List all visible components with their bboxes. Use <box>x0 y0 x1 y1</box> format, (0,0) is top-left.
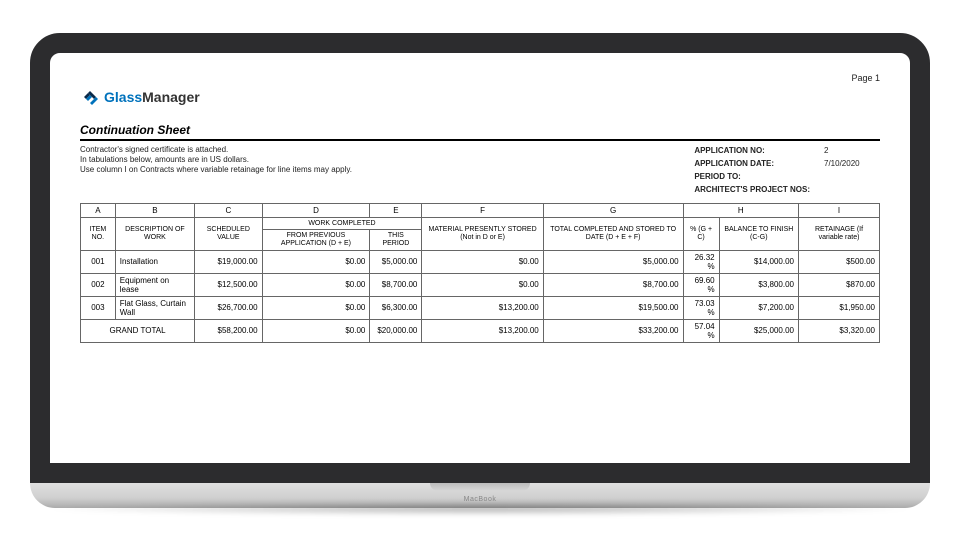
cell-ret: $500.00 <box>799 250 880 273</box>
sheet-title: Continuation Sheet <box>80 123 880 141</box>
hdr-this-period: THIS PERIOD <box>370 230 422 250</box>
cell-item: 002 <box>81 273 116 296</box>
laptop-mockup: Page 1 GlassManager Continuation Sheet C… <box>30 33 930 522</box>
page-number: Page 1 <box>80 73 880 83</box>
cell-total: $8,700.00 <box>543 273 683 296</box>
cell-from-prev: $0.00 <box>262 250 370 273</box>
grand-sched: $58,200.00 <box>195 319 262 342</box>
cell-ret: $1,950.00 <box>799 296 880 319</box>
cell-balance: $7,200.00 <box>719 296 798 319</box>
cell-desc: Installation <box>115 250 194 273</box>
cell-pct: 26.32 % <box>683 250 719 273</box>
period-to-label: PERIOD TO: <box>688 171 816 182</box>
cell-pct: 73.03 % <box>683 296 719 319</box>
col-F: F <box>422 203 543 217</box>
table-row: 001 Installation $19,000.00 $0.00 $5,000… <box>81 250 880 273</box>
architect-nos-value <box>818 184 878 195</box>
cell-this-period: $8,700.00 <box>370 273 422 296</box>
grand-balance: $25,000.00 <box>719 319 798 342</box>
grand-material: $13,200.00 <box>422 319 543 342</box>
application-no-label: APPLICATION NO: <box>688 145 816 156</box>
hdr-from-prev: FROM PREVIOUS APPLICATION (D + E) <box>262 230 370 250</box>
cell-sched: $12,500.00 <box>195 273 262 296</box>
cell-sched: $19,000.00 <box>195 250 262 273</box>
meta-section: Contractor's signed certificate is attac… <box>80 143 880 197</box>
hdr-item-no: ITEM NO. <box>81 217 116 250</box>
cell-pct: 69.60 % <box>683 273 719 296</box>
col-E: E <box>370 203 422 217</box>
note-line-3: Use column I on Contracts where variable… <box>80 165 352 175</box>
col-A: A <box>81 203 116 217</box>
hdr-retainage: RETAINAGE (If variable rate) <box>799 217 880 250</box>
cell-balance: $3,800.00 <box>719 273 798 296</box>
application-meta: APPLICATION NO: 2 APPLICATION DATE: 7/10… <box>686 143 880 197</box>
grand-this-period: $20,000.00 <box>370 319 422 342</box>
brand-glyph-icon <box>80 87 100 107</box>
col-I: I <box>799 203 880 217</box>
hdr-work-completed: WORK COMPLETED <box>262 217 422 230</box>
col-B: B <box>115 203 194 217</box>
cell-material: $0.00 <box>422 273 543 296</box>
screen: Page 1 GlassManager Continuation Sheet C… <box>30 33 930 483</box>
period-to-value <box>818 171 878 182</box>
logo-text-glass: Glass <box>104 89 142 105</box>
hdr-total-completed: TOTAL COMPLETED AND STORED TO DATE (D + … <box>543 217 683 250</box>
cell-from-prev: $0.00 <box>262 273 370 296</box>
cell-desc: Equipment on lease <box>115 273 194 296</box>
cell-desc: Flat Glass, Curtain Wall <box>115 296 194 319</box>
col-H: H <box>683 203 798 217</box>
contract-notes: Contractor's signed certificate is attac… <box>80 143 352 197</box>
grand-pct: 57.04 % <box>683 319 719 342</box>
table-row: 003 Flat Glass, Curtain Wall $26,700.00 … <box>81 296 880 319</box>
logo: GlassManager <box>80 87 880 107</box>
table-row: 002 Equipment on lease $12,500.00 $0.00 … <box>81 273 880 296</box>
cell-item: 001 <box>81 250 116 273</box>
cell-from-prev: $0.00 <box>262 296 370 319</box>
application-date-value: 7/10/2020 <box>818 158 878 169</box>
laptop-shadow <box>40 502 920 516</box>
grand-from-prev: $0.00 <box>262 319 370 342</box>
note-line-2: In tabulations below, amounts are in US … <box>80 155 352 165</box>
col-C: C <box>195 203 262 217</box>
grand-total-label: GRAND TOTAL <box>81 319 195 342</box>
cell-item: 003 <box>81 296 116 319</box>
cell-balance: $14,000.00 <box>719 250 798 273</box>
hdr-scheduled-value: SCHEDULED VALUE <box>195 217 262 250</box>
cell-material: $13,200.00 <box>422 296 543 319</box>
hdr-balance-to-finish: BALANCE TO FINISH (C-G) <box>719 217 798 250</box>
cell-sched: $26,700.00 <box>195 296 262 319</box>
hdr-description: DESCRIPTION OF WORK <box>115 217 194 250</box>
continuation-table: A B C D E F G H I ITEM NO. DESCRIPTION O… <box>80 203 880 343</box>
grand-ret: $3,320.00 <box>799 319 880 342</box>
grand-total-row: GRAND TOTAL $58,200.00 $0.00 $20,000.00 … <box>81 319 880 342</box>
cell-this-period: $5,000.00 <box>370 250 422 273</box>
col-D: D <box>262 203 370 217</box>
hdr-material: MATERIAL PRESENTLY STORED (Not in D or E… <box>422 217 543 250</box>
note-line-1: Contractor's signed certificate is attac… <box>80 145 352 155</box>
cell-ret: $870.00 <box>799 273 880 296</box>
cell-material: $0.00 <box>422 250 543 273</box>
application-no-value: 2 <box>818 145 878 156</box>
logo-text-manager: Manager <box>142 89 200 105</box>
architect-nos-label: ARCHITECT'S PROJECT NOS: <box>688 184 816 195</box>
col-G: G <box>543 203 683 217</box>
cell-total: $5,000.00 <box>543 250 683 273</box>
application-date-label: APPLICATION DATE: <box>688 158 816 169</box>
grand-total: $33,200.00 <box>543 319 683 342</box>
laptop-notch <box>430 483 530 491</box>
cell-total: $19,500.00 <box>543 296 683 319</box>
cell-this-period: $6,300.00 <box>370 296 422 319</box>
hdr-percent: % (G + C) <box>683 217 719 250</box>
